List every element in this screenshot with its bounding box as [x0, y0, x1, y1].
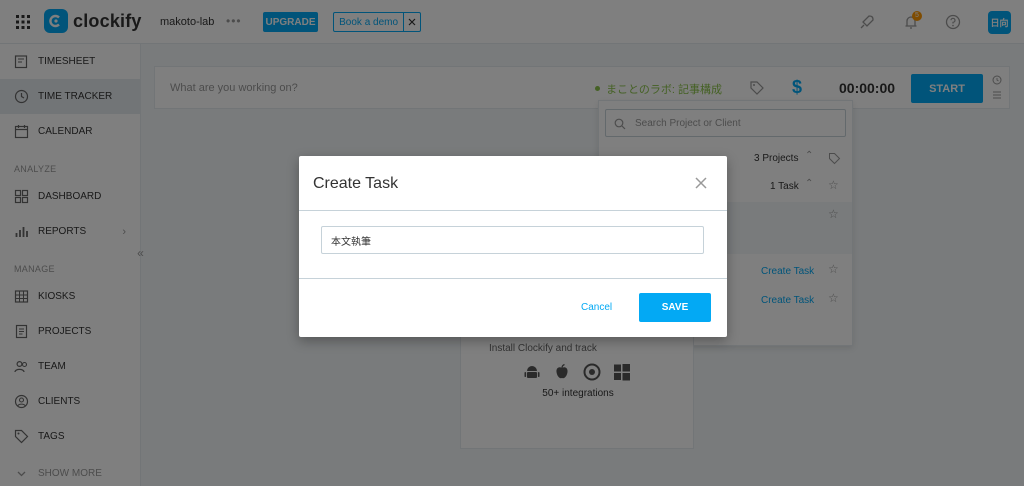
modal-title: Create Task [313, 175, 399, 192]
close-icon[interactable] [694, 176, 708, 190]
cancel-button[interactable]: Cancel [581, 302, 612, 313]
modal-divider [299, 210, 727, 211]
save-button[interactable]: SAVE [639, 293, 711, 322]
create-task-modal: Create Task Cancel SAVE [299, 156, 727, 337]
task-name-input[interactable] [321, 226, 704, 254]
modal-divider [299, 278, 727, 279]
